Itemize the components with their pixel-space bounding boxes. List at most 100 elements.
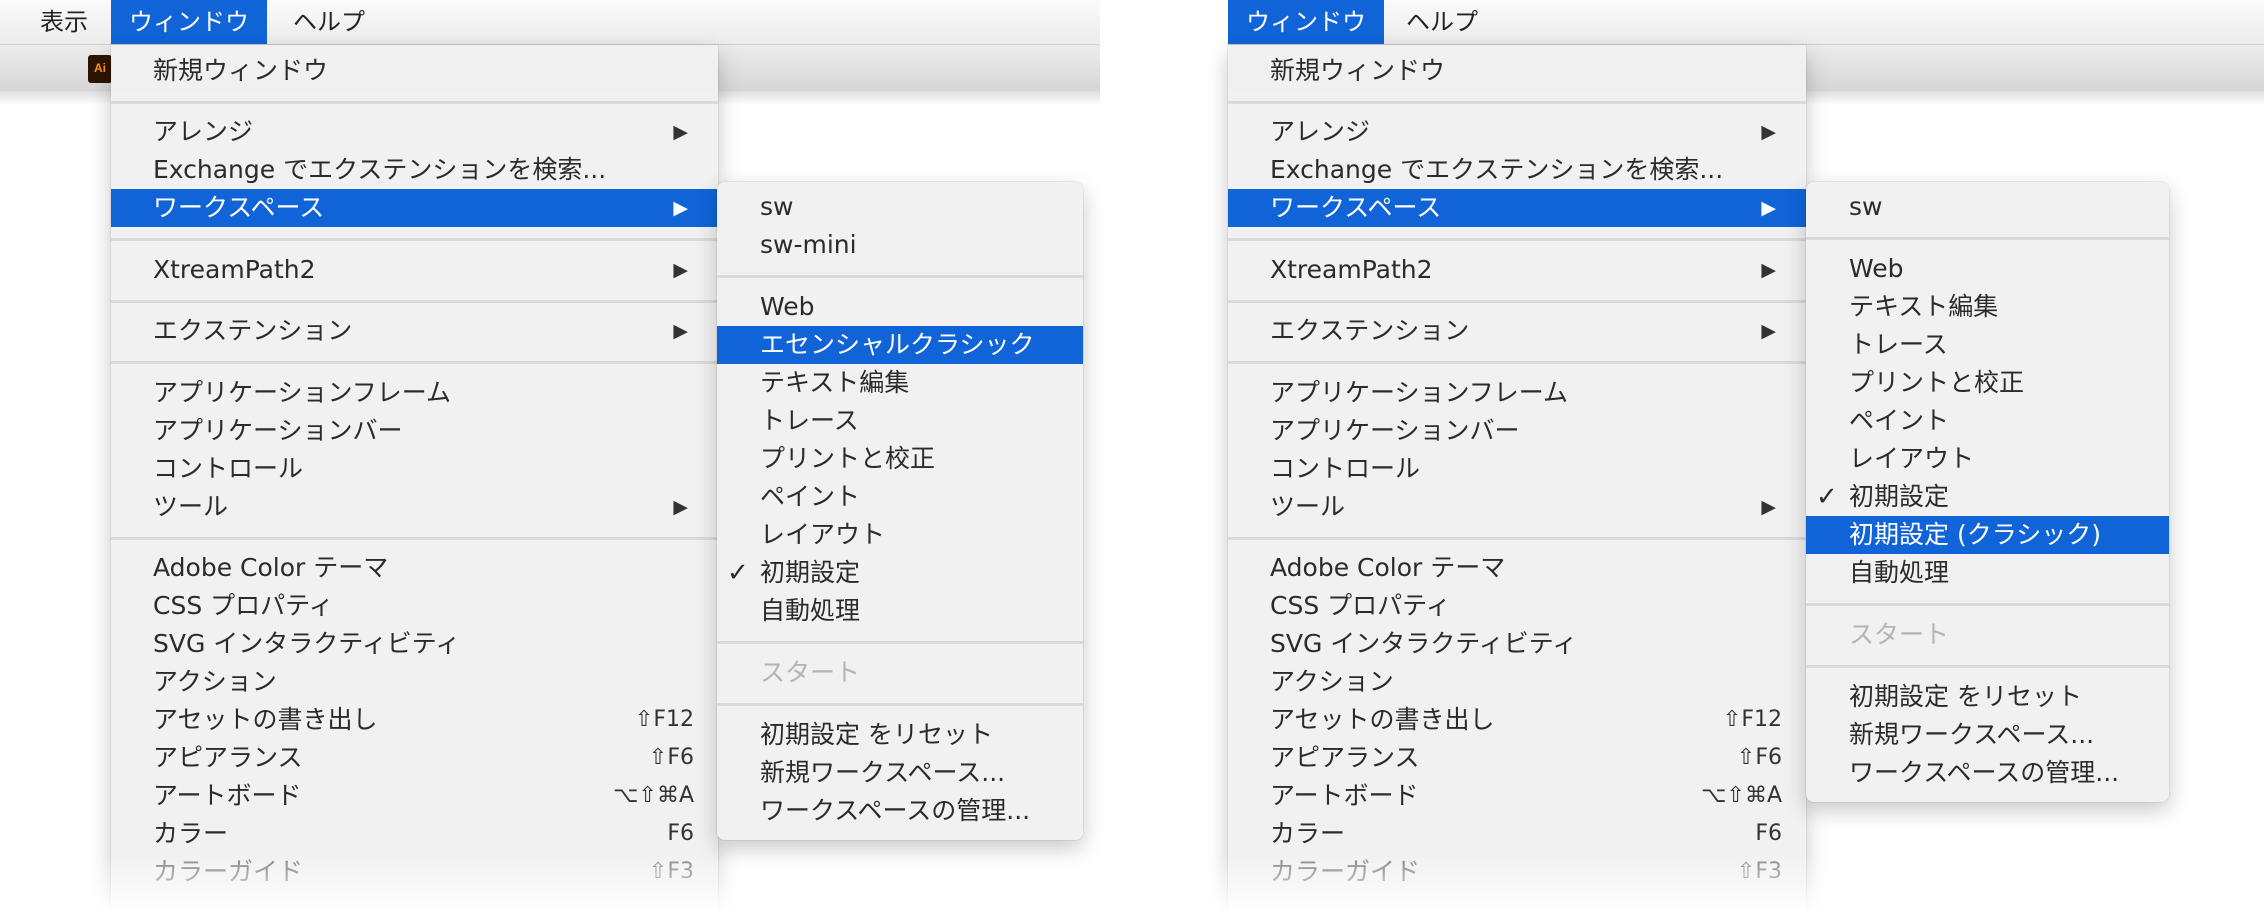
workspace-item-trace[interactable]: トレース: [1806, 326, 2169, 364]
menu-item-svg-interactivity[interactable]: SVG インタラクティビティ: [1228, 625, 1806, 663]
workspace-item-print-proof[interactable]: プリントと校正: [1806, 364, 2169, 402]
workspace-item-reset[interactable]: 初期設定 をリセット: [1806, 678, 2169, 716]
menu-item-artboards[interactable]: アートボード ⌥⇧⌘A: [1228, 777, 1806, 815]
menu-item-actions[interactable]: アクション: [111, 663, 718, 701]
menu-item-label: アセットの書き出し: [153, 705, 378, 734]
workspace-item-default[interactable]: ✓ 初期設定: [1806, 478, 2169, 516]
workspace-item-layout[interactable]: レイアウト: [717, 516, 1083, 554]
workspace-item-web[interactable]: Web: [1806, 250, 2169, 288]
workspace-item-sw-mini[interactable]: sw-mini: [717, 226, 1083, 264]
menu-item-arrange[interactable]: アレンジ ▶: [111, 113, 718, 151]
menubar-help[interactable]: ヘルプ: [275, 0, 383, 44]
menu-item-label: 新規ワークスペース...: [760, 758, 1006, 787]
workspace-item-manage[interactable]: ワークスペースの管理...: [1806, 754, 2169, 792]
menu-item-appearance[interactable]: アピアランス ⇧F6: [111, 739, 718, 777]
menu-item-extensions[interactable]: エクステンション ▶: [111, 312, 718, 350]
menu-item-artboards[interactable]: アートボード ⌥⇧⌘A: [111, 777, 718, 815]
workspace-item-reset[interactable]: 初期設定 をリセット: [717, 716, 1083, 754]
menu-item-label: ワークスペース: [153, 193, 325, 222]
menu-item-css-properties[interactable]: CSS プロパティ: [111, 587, 718, 625]
menu-item-new-window[interactable]: 新規ウィンドウ: [1228, 52, 1806, 90]
menu-item-adobe-color[interactable]: Adobe Color テーマ: [111, 549, 718, 587]
workspace-item-sw[interactable]: sw: [717, 188, 1083, 226]
menu-item-control[interactable]: コントロール: [1228, 450, 1806, 488]
menu-item-exchange[interactable]: Exchange でエクステンションを検索...: [111, 151, 718, 189]
menu-item-label: SVG インタラクティビティ: [153, 629, 461, 658]
menu-item-label: ツール: [153, 492, 229, 521]
menubar-window[interactable]: ウィンドウ: [1228, 0, 1384, 44]
menu-item-adobe-color[interactable]: Adobe Color テーマ: [1228, 549, 1806, 587]
menu-item-label: レイアウト: [1849, 444, 1975, 473]
menu-item-color-guide[interactable]: カラーガイド ⇧F3: [111, 853, 718, 891]
menu-item-label: CSS プロパティ: [153, 591, 334, 620]
menu-item-workspace[interactable]: ワークスペース ▶: [1228, 189, 1806, 227]
menu-item-label: sw: [760, 192, 794, 221]
menubar-window[interactable]: ウィンドウ: [111, 0, 267, 44]
menu-item-new-window[interactable]: 新規ウィンドウ: [111, 52, 718, 90]
menu-item-css-properties[interactable]: CSS プロパティ: [1228, 587, 1806, 625]
menu-separator: [1806, 603, 2169, 606]
window-menu: 新規ウィンドウ アレンジ ▶ Exchange でエクステンションを検索... ワ…: [1228, 45, 1806, 915]
menu-item-label: アプリケーションフレーム: [1270, 378, 1569, 407]
workspace-item-start: スタート: [1806, 616, 2169, 654]
workspace-item-manage[interactable]: ワークスペースの管理...: [717, 792, 1083, 830]
menu-item-xtreampath[interactable]: XtreamPath2 ▶: [111, 251, 718, 289]
workspace-item-essential-classic[interactable]: エセンシャルクラシック: [717, 326, 1083, 364]
menu-item-app-frame[interactable]: アプリケーションフレーム: [111, 374, 718, 412]
workspace-item-text-editing[interactable]: テキスト編集: [1806, 288, 2169, 326]
menu-item-control[interactable]: コントロール: [111, 450, 718, 488]
menu-item-label: アセットの書き出し: [1270, 705, 1495, 734]
menu-item-asset-export[interactable]: アセットの書き出し ⇧F12: [111, 701, 718, 739]
menu-separator: [111, 300, 718, 303]
menu-item-extensions[interactable]: エクステンション ▶: [1228, 312, 1806, 350]
workspace-item-trace[interactable]: トレース: [717, 402, 1083, 440]
workspace-item-default-classic[interactable]: 初期設定 (クラシック): [1806, 516, 2169, 554]
shortcut-label: ⇧F6: [648, 745, 694, 770]
menu-item-label: カラーガイド: [1270, 857, 1421, 886]
submenu-arrow-icon: ▶: [1761, 121, 1776, 143]
workspace-item-layout[interactable]: レイアウト: [1806, 440, 2169, 478]
menu-item-label: アクション: [153, 667, 277, 696]
menu-item-app-frame[interactable]: アプリケーションフレーム: [1228, 374, 1806, 412]
menu-item-svg-interactivity[interactable]: SVG インタラクティビティ: [111, 625, 718, 663]
right-screenshot-panel: ウィンドウ ヘルプ 新規ウィンドウ アレンジ ▶ Exchange でエクステンシ…: [1228, 0, 2264, 915]
submenu-arrow-icon: ▶: [1761, 496, 1776, 518]
menu-item-xtreampath[interactable]: XtreamPath2 ▶: [1228, 251, 1806, 289]
menubar-view[interactable]: 表示: [22, 0, 106, 44]
menu-item-color-guide[interactable]: カラーガイド ⇧F3: [1228, 853, 1806, 891]
menu-item-label: Exchange でエクステンションを検索...: [153, 155, 607, 184]
workspace-item-text-editing[interactable]: テキスト編集: [717, 364, 1083, 402]
menu-item-arrange[interactable]: アレンジ ▶: [1228, 113, 1806, 151]
menu-item-color[interactable]: カラー F6: [111, 815, 718, 853]
workspace-item-automation[interactable]: 自動処理: [717, 592, 1083, 630]
menu-item-label: エセンシャルクラシック: [760, 330, 1035, 359]
workspace-item-new-workspace[interactable]: 新規ワークスペース...: [717, 754, 1083, 792]
menu-item-app-bar[interactable]: アプリケーションバー: [111, 412, 718, 450]
menu-separator: [1228, 238, 1806, 241]
menu-separator: [717, 641, 1083, 644]
menubar-help[interactable]: ヘルプ: [1388, 0, 1496, 44]
workspace-item-automation[interactable]: 自動処理: [1806, 554, 2169, 592]
menu-item-label: コントロール: [1270, 454, 1421, 483]
menu-item-color[interactable]: カラー F6: [1228, 815, 1806, 853]
menu-item-tools[interactable]: ツール ▶: [1228, 488, 1806, 526]
menu-item-actions[interactable]: アクション: [1228, 663, 1806, 701]
menu-item-exchange[interactable]: Exchange でエクステンションを検索...: [1228, 151, 1806, 189]
menu-separator: [1228, 300, 1806, 303]
menu-item-workspace[interactable]: ワークスペース ▶: [111, 189, 718, 227]
submenu-arrow-icon: ▶: [673, 496, 688, 518]
menu-item-appearance[interactable]: アピアランス ⇧F6: [1228, 739, 1806, 777]
menu-item-app-bar[interactable]: アプリケーションバー: [1228, 412, 1806, 450]
workspace-item-new-workspace[interactable]: 新規ワークスペース...: [1806, 716, 2169, 754]
menu-item-tools[interactable]: ツール ▶: [111, 488, 718, 526]
menu-item-asset-export[interactable]: アセットの書き出し ⇧F12: [1228, 701, 1806, 739]
workspace-item-paint[interactable]: ペイント: [1806, 402, 2169, 440]
workspace-item-paint[interactable]: ペイント: [717, 478, 1083, 516]
workspace-item-default[interactable]: ✓ 初期設定: [717, 554, 1083, 592]
menu-item-label: Adobe Color テーマ: [1270, 553, 1506, 582]
menu-item-label: トレース: [1849, 330, 1948, 359]
workspace-item-web[interactable]: Web: [717, 288, 1083, 326]
menu-item-label: 初期設定: [1849, 482, 1950, 511]
workspace-item-print-proof[interactable]: プリントと校正: [717, 440, 1083, 478]
workspace-item-sw[interactable]: sw: [1806, 188, 2169, 226]
